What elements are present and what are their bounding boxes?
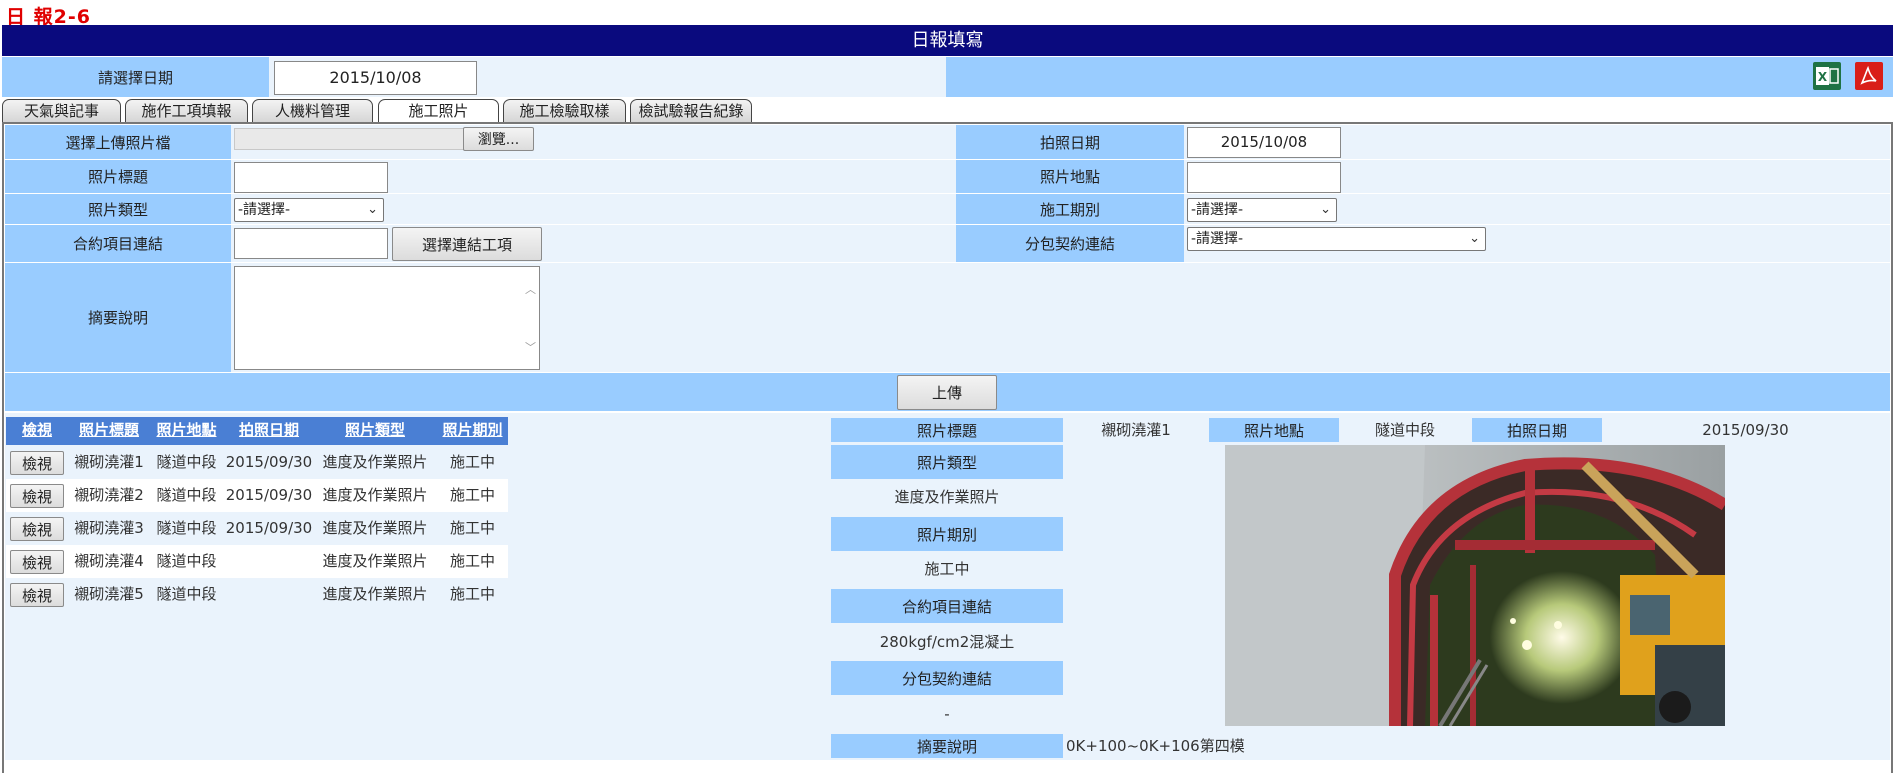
contract-link-input[interactable] — [234, 228, 388, 259]
cell-type: 進度及作業照片 — [322, 585, 428, 603]
summary-textarea[interactable]: ︿ ﹀ — [234, 266, 540, 370]
col-photo-type[interactable]: 照片類型 — [315, 417, 435, 444]
select-link-button[interactable]: 選擇連結工項 — [392, 227, 542, 261]
scroll-down-icon[interactable]: ﹀ — [525, 339, 536, 355]
tab-inspection-sampling[interactable]: 施工檢驗取樣 — [503, 99, 626, 122]
excel-icon[interactable]: X — [1813, 62, 1841, 90]
cell-date: 2015/09/30 — [225, 486, 313, 504]
detail-type-value: 進度及作業照片 — [894, 488, 1000, 506]
pdf-icon[interactable] — [1855, 62, 1883, 90]
date-select-label: 請選擇日期 — [2, 57, 269, 97]
photo-type-selected: -請選擇- — [238, 202, 291, 218]
detail-type-label: 照片類型 — [831, 445, 1063, 479]
photo-date-label: 拍照日期 — [956, 125, 1184, 159]
scroll-up-icon[interactable]: ︿ — [525, 281, 536, 297]
col-photo-date[interactable]: 拍照日期 — [225, 417, 313, 444]
cell-date: 2015/09/30 — [225, 519, 313, 537]
browse-button[interactable]: 瀏覽... — [463, 127, 534, 151]
view-button[interactable]: 檢視 — [10, 484, 64, 508]
subcontract-select[interactable]: -請選擇- ⌄ — [1187, 227, 1486, 251]
detail-summary-label: 摘要說明 — [831, 734, 1063, 758]
file-path-field[interactable] — [234, 128, 464, 150]
photo-date-input[interactable]: 2015/10/08 — [1187, 127, 1341, 158]
photo-title-input[interactable] — [234, 162, 388, 193]
cell-type: 進度及作業照片 — [322, 519, 428, 537]
cell-title: 襯砌澆灌4 — [74, 552, 144, 570]
phase-select[interactable]: -請選擇- ⌄ — [1187, 198, 1337, 222]
cell-date: 2015/09/30 — [225, 453, 313, 471]
view-button[interactable]: 檢視 — [10, 550, 64, 574]
tab-resources[interactable]: 人機料管理 — [252, 99, 373, 122]
tab-construction-photos[interactable]: 施工照片 — [378, 99, 499, 123]
tab-test-reports[interactable]: 檢試驗報告紀錄 — [630, 99, 752, 122]
cell-type: 進度及作業照片 — [322, 453, 428, 471]
subcontract-selected: -請選擇- — [1191, 231, 1244, 247]
detail-location-value: 隧道中段 — [1374, 421, 1435, 439]
col-photo-location[interactable]: 照片地點 — [150, 417, 223, 444]
view-button[interactable]: 檢視 — [10, 583, 64, 607]
cell-location: 隧道中段 — [156, 585, 217, 603]
toolbar-area — [946, 57, 1893, 97]
subcontract-label: 分包契約連結 — [956, 225, 1184, 262]
chevron-down-icon: ⌄ — [1469, 231, 1480, 246]
cell-location: 隧道中段 — [156, 453, 217, 471]
upload-button[interactable]: 上傳 — [897, 375, 997, 410]
summary-label: 摘要說明 — [5, 263, 231, 372]
detail-title-value: 襯砌澆灌1 — [1101, 421, 1171, 439]
chevron-down-icon: ⌄ — [367, 202, 378, 217]
cell-type: 進度及作業照片 — [322, 486, 428, 504]
chevron-down-icon: ⌄ — [1320, 202, 1331, 217]
cell-phase: 施工中 — [449, 519, 495, 537]
col-view[interactable]: 檢視 — [6, 417, 68, 444]
detail-subcontract-value: - — [944, 705, 950, 723]
view-button[interactable]: 檢視 — [10, 451, 64, 475]
cell-location: 隧道中段 — [156, 519, 217, 537]
cell-title: 襯砌澆灌2 — [74, 486, 144, 504]
cell-phase: 施工中 — [449, 486, 495, 504]
detail-contract-value: 280kgf/cm2混凝土 — [879, 633, 1015, 651]
cell-location: 隧道中段 — [156, 486, 217, 504]
contract-link-label: 合約項目連結 — [5, 225, 231, 262]
phase-label: 施工期別 — [956, 194, 1184, 224]
cell-title: 襯砌澆灌3 — [74, 519, 144, 537]
col-photo-title[interactable]: 照片標題 — [70, 417, 148, 444]
tab-work-items[interactable]: 施作工項填報 — [125, 99, 248, 122]
detail-date-value: 2015/09/30 — [1702, 421, 1789, 439]
cell-location: 隧道中段 — [156, 552, 217, 570]
col-photo-phase[interactable]: 照片期別 — [437, 417, 508, 444]
page-title: 日報填寫 — [2, 25, 1893, 56]
upload-label: 選擇上傳照片檔 — [5, 125, 231, 159]
detail-subcontract-label: 分包契約連結 — [831, 661, 1063, 695]
tab-weather[interactable]: 天氣與記事 — [2, 99, 121, 122]
cell-title: 襯砌澆灌5 — [74, 585, 144, 603]
cell-title: 襯砌澆灌1 — [74, 453, 144, 471]
detail-contract-label: 合約項目連結 — [831, 589, 1063, 623]
photo-type-label: 照片類型 — [5, 194, 231, 224]
detail-date-label: 拍照日期 — [1472, 418, 1602, 442]
cell-phase: 施工中 — [449, 453, 495, 471]
detail-phase-label: 照片期別 — [831, 517, 1063, 551]
cell-phase: 施工中 — [449, 552, 495, 570]
photo-location-input[interactable] — [1187, 162, 1341, 193]
photo-type-select[interactable]: -請選擇- ⌄ — [234, 198, 384, 222]
phase-selected: -請選擇- — [1191, 202, 1244, 218]
detail-title-label: 照片標題 — [831, 418, 1063, 442]
construction-photo — [1225, 445, 1725, 726]
cell-type: 進度及作業照片 — [322, 552, 428, 570]
date-select-input[interactable]: 2015/10/08 — [274, 61, 477, 95]
photo-location-label: 照片地點 — [956, 160, 1184, 193]
view-button[interactable]: 檢視 — [10, 517, 64, 541]
svg-text:X: X — [1818, 70, 1828, 84]
cell-phase: 施工中 — [449, 585, 495, 603]
detail-location-label: 照片地點 — [1209, 418, 1339, 442]
photo-title-label: 照片標題 — [5, 160, 231, 193]
detail-phase-value: 施工中 — [924, 560, 970, 578]
detail-summary-value: 0K+100~0K+106第四模 — [1066, 737, 1245, 755]
